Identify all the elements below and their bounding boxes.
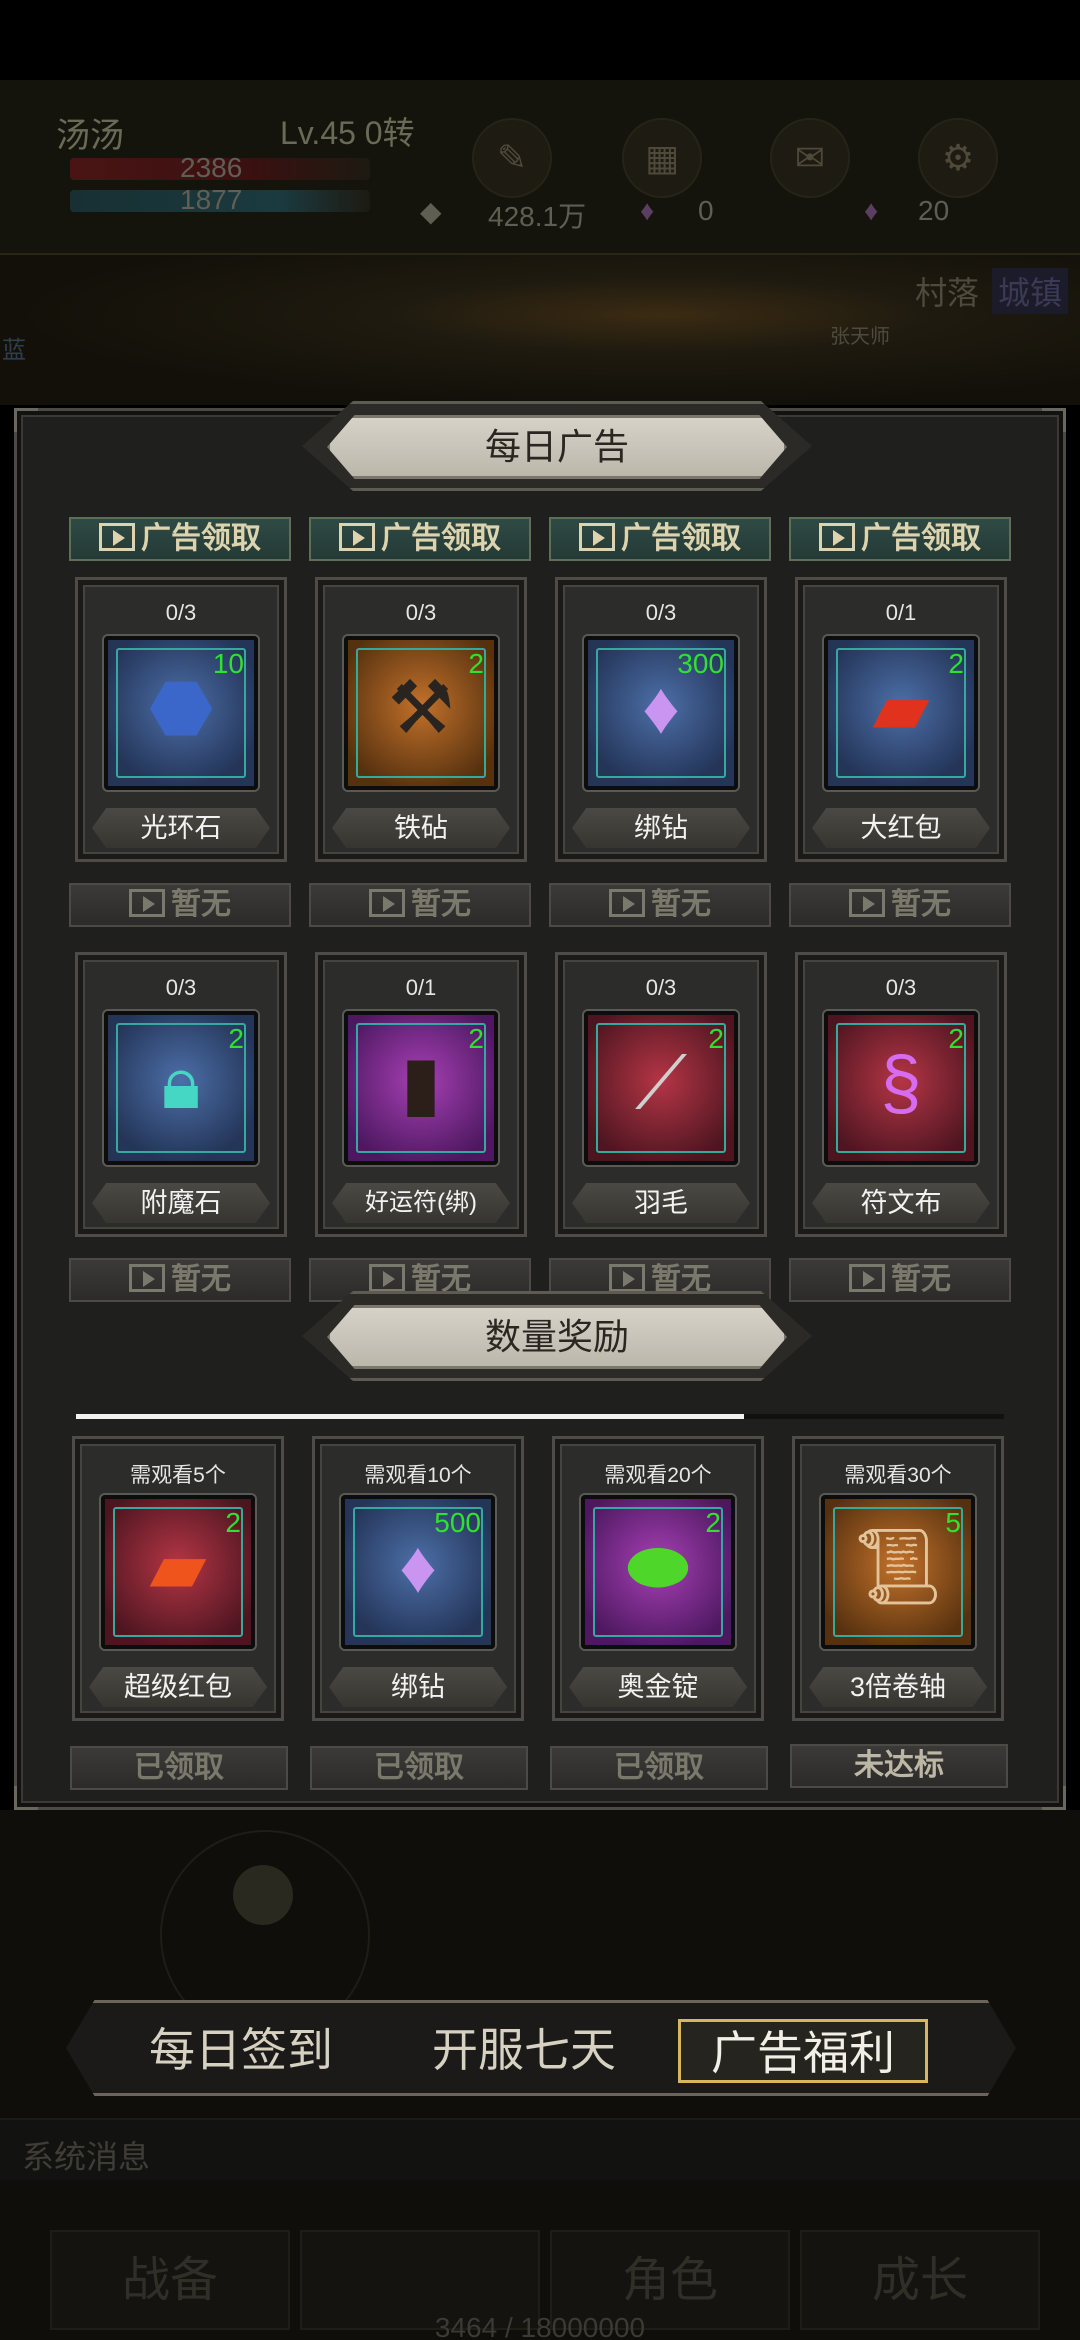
feather-icon: ⟋	[635, 1041, 687, 1124]
enchant-stone-icon: 🔒︎	[161, 1041, 201, 1124]
milestone-card[interactable]: 需观看20个 ⬬ 2 奥金锭	[552, 1436, 764, 1721]
mail-icon[interactable]: ✉	[770, 118, 850, 198]
tab-seven-days[interactable]: 开服七天	[399, 2019, 649, 2083]
watch-progress-fill	[76, 1414, 745, 1419]
play-video-icon	[609, 889, 645, 917]
player-level: Lv.45 0转	[280, 115, 415, 151]
bound-diamond-icon: ♦	[399, 1525, 437, 1608]
ad-claim-button[interactable]: 广告领取	[69, 517, 291, 561]
play-video-icon	[819, 523, 855, 551]
tab-ad-welfare[interactable]: 广告福利	[678, 2019, 928, 2083]
not-reached-button[interactable]: 未达标	[790, 1744, 1008, 1788]
play-video-icon	[129, 889, 165, 917]
dialog-title: 每日广告	[327, 415, 787, 479]
exp-readout: 3464 / 18000000	[434, 2312, 646, 2340]
claimed-button[interactable]: 已领取	[310, 1746, 528, 1790]
reward-card[interactable]: 0/3 § 2 符文布	[795, 952, 1007, 1237]
claimed-button[interactable]: 已领取	[70, 1746, 288, 1790]
super-red-envelope-icon: ▰	[149, 1525, 207, 1608]
play-video-icon	[369, 889, 405, 917]
gold-amount: 428.1万	[488, 201, 587, 232]
npc-name: 张天师	[830, 326, 890, 348]
unavailable-button[interactable]: 暂无	[789, 1258, 1011, 1302]
gem-b-amount: 20	[918, 195, 950, 226]
reward-card[interactable]: 0/1 ▰ 2 大红包	[795, 577, 1007, 862]
town-tag: 城镇	[992, 268, 1069, 314]
village-tag: 村落	[915, 275, 980, 311]
play-video-icon	[579, 523, 615, 551]
play-video-icon	[849, 889, 885, 917]
joystick-knob[interactable]	[233, 1865, 293, 1925]
calendar-icon[interactable]: ▦	[622, 118, 702, 198]
tab-daily-checkin[interactable]: 每日签到	[116, 2019, 366, 2083]
play-video-icon	[369, 1264, 405, 1292]
gem-icon: ♦	[864, 195, 879, 226]
blue-ore-icon: ⬣	[148, 666, 214, 749]
reward-card[interactable]: 0/3 🔒︎ 2 附魔石	[75, 952, 287, 1237]
ad-claim-button[interactable]: 广告领取	[549, 517, 771, 561]
hp-bar: 2386	[70, 152, 370, 183]
reward-card[interactable]: 0/3 ⟋ 2 羽毛	[555, 952, 767, 1237]
player-hud: 汤汤 Lv.45 0转 2386 1877 ✎ ▦ ✉ ⚙ ◆ 428.1万 ♦…	[0, 80, 1080, 255]
luck-charm-icon: ▮	[400, 1041, 442, 1124]
ad-claim-button[interactable]: 广告领取	[309, 517, 531, 561]
play-video-icon	[129, 1264, 165, 1292]
reward-card[interactable]: 0/3 ⬣ 10 光环石	[75, 577, 287, 862]
watch-progress-bar	[76, 1414, 1004, 1419]
milestone-title: 数量奖励	[327, 1305, 787, 1369]
unavailable-button[interactable]: 暂无	[549, 883, 771, 927]
unavailable-button[interactable]: 暂无	[69, 883, 291, 927]
play-video-icon	[609, 1264, 645, 1292]
gem-a-amount: 0	[698, 195, 714, 226]
welfare-tab-bar: 每日签到 开服七天 广告福利	[66, 2000, 1016, 2096]
red-envelope-icon: ▰	[872, 666, 930, 749]
gem-icon: ♦	[640, 195, 655, 226]
system-message-bar[interactable]: 系统消息	[0, 2118, 1080, 2180]
left-tag: 蓝	[2, 337, 26, 364]
milestone-card[interactable]: 需观看5个 ▰ 2 超级红包	[72, 1436, 284, 1721]
gold-ingot-icon: ⬬	[626, 1525, 690, 1608]
play-video-icon	[849, 1264, 885, 1292]
player-name: 汤汤	[56, 117, 124, 155]
milestone-card[interactable]: 需观看10个 ♦ 500 绑钻	[312, 1436, 524, 1721]
reward-card[interactable]: 0/3 ♦ 300 绑钻	[555, 577, 767, 862]
reward-card[interactable]: 0/1 ▮ 2 好运符(绑)	[315, 952, 527, 1237]
rune-cloth-icon: §	[880, 1041, 922, 1124]
scroll-icon: 📜︎	[851, 1525, 945, 1608]
play-video-icon	[339, 523, 375, 551]
mp-bar: 1877	[70, 184, 370, 215]
skill-icon[interactable]: ✎	[472, 118, 552, 198]
unavailable-button[interactable]: 暂无	[309, 883, 531, 927]
ad-claim-button[interactable]: 广告领取	[789, 517, 1011, 561]
milestone-card[interactable]: 需观看30个 📜︎ 5 3倍卷轴	[792, 1436, 1004, 1721]
gold-icon: ◆	[420, 196, 442, 227]
play-video-icon	[99, 523, 135, 551]
settings-icon[interactable]: ⚙	[918, 118, 998, 198]
reward-card[interactable]: 0/3 ⚒ 2 铁砧	[315, 577, 527, 862]
bound-diamond-icon: ♦	[642, 666, 680, 749]
claimed-button[interactable]: 已领取	[550, 1746, 768, 1790]
anvil-icon: ⚒	[387, 666, 455, 749]
unavailable-button[interactable]: 暂无	[789, 883, 1011, 927]
unavailable-button[interactable]: 暂无	[69, 1258, 291, 1302]
